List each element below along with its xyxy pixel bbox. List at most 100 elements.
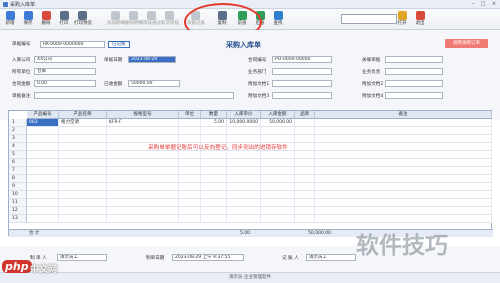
attach3-field[interactable] [272,92,332,99]
grid-cell[interactable] [179,199,201,207]
grid-cell[interactable] [295,159,315,167]
grid-cell[interactable]: KFR-F [107,119,179,127]
toolbar-button-5[interactable]: 添加明细 [107,10,125,29]
load-order-button[interactable]: 调用采购订单 [445,39,488,48]
grid-cell[interactable] [315,143,492,151]
grid-cell[interactable] [107,207,179,215]
grid-cell[interactable] [201,207,227,215]
grid-cell[interactable] [59,199,107,207]
grid-cell[interactable] [59,183,107,191]
toolbar-button-13[interactable]: 查找 [270,10,286,29]
grid-cell[interactable] [59,127,107,135]
row-number[interactable]: 8 [9,175,27,183]
grid-cell[interactable] [27,207,59,215]
grid-cell[interactable] [201,175,227,183]
grid-cell[interactable] [107,199,179,207]
grid-cell[interactable] [315,151,492,159]
toolbar-button-7[interactable]: 审核通过 [143,10,161,29]
grid-cell[interactable] [179,167,201,175]
attach4-field[interactable] [385,92,443,99]
grid-cell[interactable] [179,215,201,223]
grid-cell[interactable] [227,151,261,159]
grid-cell[interactable] [227,183,261,191]
grid-cell[interactable] [179,135,201,143]
grid-cell[interactable] [201,167,227,175]
grid-cell[interactable] [227,191,261,199]
grid-cell[interactable] [27,127,59,135]
grid-cell[interactable] [227,207,261,215]
grid-cell[interactable]: 5.00 [201,119,227,127]
grid-cell[interactable] [315,207,492,215]
grid-cell[interactable] [107,159,179,167]
grid-cell[interactable] [179,151,201,159]
toolbar-button-4[interactable]: 打印预览 [74,10,92,29]
grid-cell[interactable] [179,159,201,167]
grid-cell[interactable] [59,151,107,159]
grid-cell[interactable]: 10,000.0000 [227,119,261,127]
grid-cell[interactable] [59,175,107,183]
doc-no-field[interactable]: RK-0000-0000000 [40,41,105,48]
grid-cell[interactable] [27,215,59,223]
warehouse-field[interactable]: 仓库 [34,68,96,75]
row-number[interactable]: 4 [9,143,27,151]
grid-cell[interactable] [261,191,295,199]
maker-field[interactable]: 演示员工 [57,254,107,261]
date-field[interactable]: 2023-08-29 [128,56,176,63]
grid-cell[interactable] [261,127,295,135]
grid-cell[interactable] [295,143,315,151]
toolbar-button-3[interactable]: 打印 [56,10,72,29]
grid-cell[interactable] [27,135,59,143]
grid-cell[interactable] [315,191,492,199]
grid-cell[interactable] [201,215,227,223]
grid-cell[interactable] [179,175,201,183]
close-button[interactable]: × [489,1,499,8]
grid-cell[interactable]: 003 [27,119,59,127]
grid-cell[interactable]: 格力空调 [59,119,107,127]
grid-cell[interactable] [227,175,261,183]
grid-cell[interactable] [295,175,315,183]
grid-cell[interactable] [201,191,227,199]
column-header[interactable]: 单位 [179,111,201,119]
row-number[interactable]: 6 [9,159,27,167]
toolbar-button-0[interactable]: 新增 [2,10,18,29]
grid-cell[interactable] [315,159,492,167]
grid-cell[interactable] [295,151,315,159]
grid-cell[interactable] [261,207,295,215]
grid-cell[interactable] [59,215,107,223]
bookkeeper-field[interactable]: 演示员工 [306,254,356,261]
biz-owner-field[interactable] [385,68,443,75]
grid-cell[interactable] [27,199,59,207]
grid-cell[interactable] [59,143,107,151]
grid-cell[interactable] [227,215,261,223]
grid-cell[interactable]: 50,000.00 [261,119,295,127]
grid-cell[interactable] [295,191,315,199]
grid-cell[interactable] [59,207,107,215]
search-input[interactable] [341,14,397,24]
grid-cell[interactable] [261,183,295,191]
grid-cell[interactable] [179,191,201,199]
amount-field[interactable]: 0.00 [34,80,96,87]
row-number[interactable]: 9 [9,183,27,191]
column-header[interactable]: 品牌 [295,111,315,119]
grid-cell[interactable] [295,215,315,223]
attach1-field[interactable] [272,80,332,87]
grid-cell[interactable] [261,167,295,175]
grid-cell[interactable] [315,215,492,223]
grid-cell[interactable] [107,135,179,143]
column-header[interactable]: 数量 [201,111,227,119]
grid-cell[interactable] [227,135,261,143]
row-number[interactable]: 11 [9,199,27,207]
column-header[interactable]: 规格型号 [107,111,179,119]
minimize-button[interactable]: – [468,1,478,8]
row-number[interactable]: 2 [9,127,27,135]
grid-cell[interactable] [27,175,59,183]
grid-cell[interactable] [201,127,227,135]
column-header[interactable]: 入库金额 [261,111,295,119]
toolbar-button-6[interactable]: 删除明细 [125,10,143,29]
grid-cell[interactable] [295,167,315,175]
grid-cell[interactable] [315,175,492,183]
grid-cell[interactable] [107,175,179,183]
grid-cell[interactable] [27,143,59,151]
column-header[interactable]: 产品名称 [59,111,107,119]
grid-cell[interactable] [315,119,492,127]
